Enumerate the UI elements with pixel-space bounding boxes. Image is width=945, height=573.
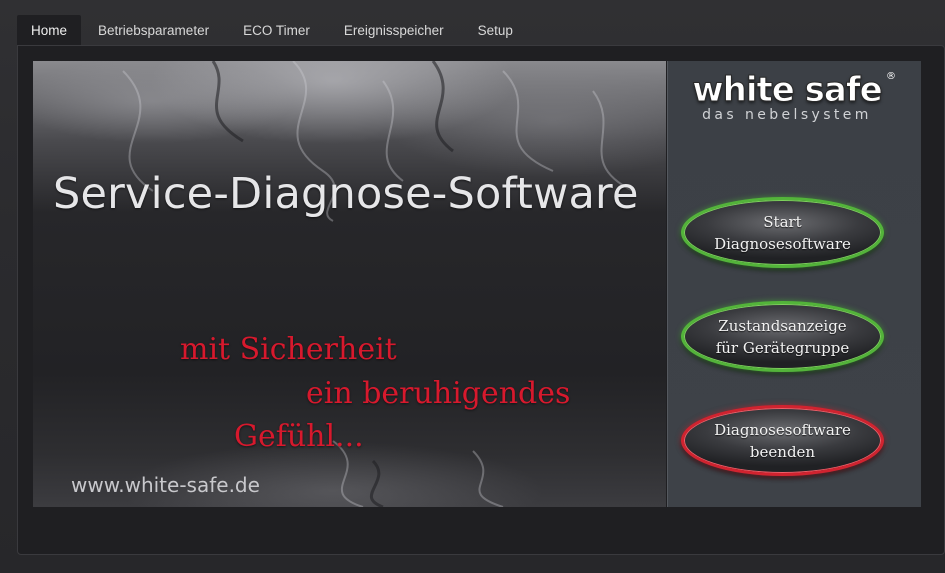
app-window: Home Betriebsparameter ECO Timer Ereigni…	[0, 0, 945, 573]
tab-setup[interactable]: Setup	[461, 15, 530, 45]
logo-subtitle: das nebelsystem	[702, 107, 872, 123]
start-button-line2: Diagnosesoftware	[714, 234, 851, 253]
status-button-line2: für Gerätegruppe	[715, 338, 850, 357]
tab-eco-timer[interactable]: ECO Timer	[226, 15, 327, 45]
hero-banner: Service-Diagnose-Software mit Sicherheit…	[33, 61, 666, 507]
zustandsanzeige-button[interactable]: Zustandsanzeige für Gerätegruppe	[681, 301, 884, 372]
registered-mark: ®	[886, 71, 896, 82]
website-url: www.white-safe.de	[71, 473, 260, 497]
tab-ereignisspeicher[interactable]: Ereignisspeicher	[327, 15, 461, 45]
action-sidebar: white safe ® das nebelsystem Start Diagn…	[667, 61, 921, 507]
start-button-line1: Start	[763, 212, 802, 231]
tab-home[interactable]: Home	[17, 15, 82, 45]
quit-diagnose-button[interactable]: Diagnosesoftware beenden	[681, 405, 884, 476]
banner-title: Service-Diagnose-Software	[53, 169, 639, 219]
start-diagnose-button[interactable]: Start Diagnosesoftware	[681, 197, 884, 268]
brand-logo: white safe ® das nebelsystem	[678, 70, 896, 124]
tab-betriebsparameter[interactable]: Betriebsparameter	[81, 15, 226, 45]
status-button-line1: Zustandsanzeige	[718, 316, 847, 335]
tab-bar: Home Betriebsparameter ECO Timer Ereigni…	[17, 15, 945, 45]
tagline-line-3: Gefühl...	[234, 419, 364, 454]
logo-wordmark: white safe	[692, 70, 883, 110]
quit-button-line1: Diagnosesoftware	[714, 420, 851, 439]
tagline-line-1: mit Sicherheit	[180, 332, 397, 367]
quit-button-line2: beenden	[749, 442, 816, 461]
tagline-line-2: ein beruhigendes	[306, 376, 571, 411]
